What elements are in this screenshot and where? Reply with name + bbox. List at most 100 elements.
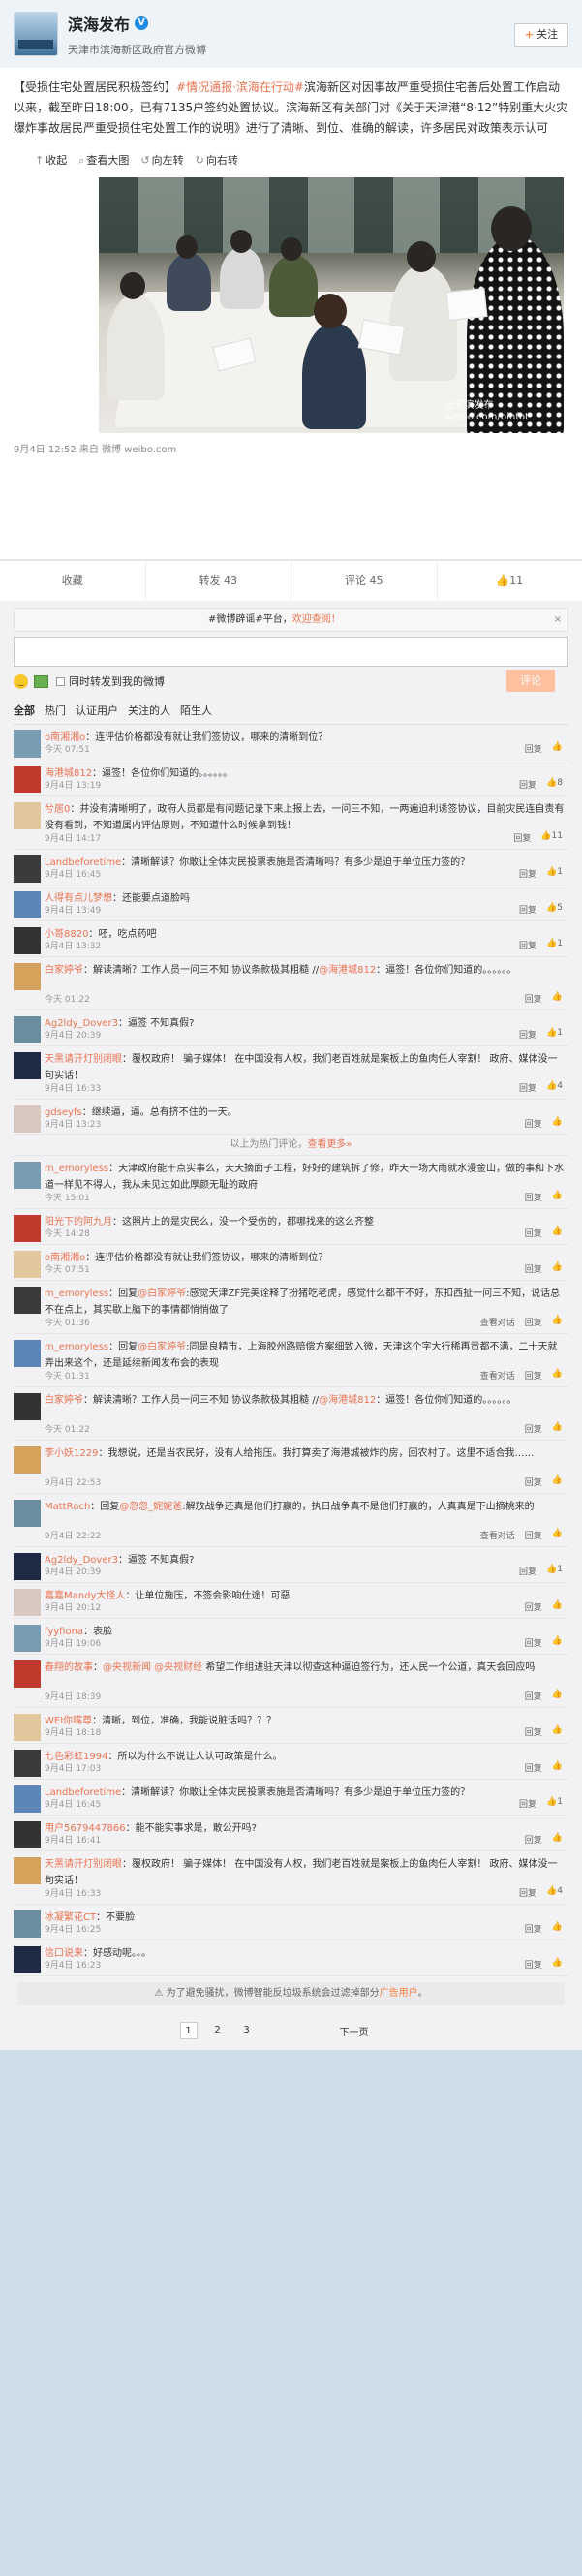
favorite-button[interactable]: 收藏 bbox=[0, 561, 146, 601]
rotate-left-button[interactable]: ↺ 向左转 bbox=[140, 152, 183, 168]
reply-button[interactable]: 回复 bbox=[519, 778, 536, 791]
comment-like-button[interactable]: 👍 bbox=[552, 1529, 563, 1541]
comment-mention[interactable]: @忽忽_妮妮爸 bbox=[119, 1502, 182, 1512]
comment-like-button[interactable]: 👍 bbox=[552, 992, 563, 1005]
avatar[interactable] bbox=[14, 1750, 41, 1777]
avatar[interactable] bbox=[14, 1821, 41, 1848]
avatar[interactable] bbox=[14, 1340, 41, 1367]
comment-like-button[interactable]: 👍 bbox=[552, 1833, 563, 1846]
rotate-right-button[interactable]: ↻ 向右转 bbox=[196, 152, 238, 168]
reply-button[interactable]: 回复 bbox=[525, 1191, 542, 1203]
follow-button[interactable]: + 关注 bbox=[514, 23, 568, 47]
reply-button[interactable]: 回复 bbox=[525, 1117, 542, 1130]
post-topic-link[interactable]: #情况通报·滨海在行动# bbox=[176, 80, 304, 94]
comment-button[interactable]: 评论 45 bbox=[291, 561, 438, 601]
comment-input[interactable] bbox=[14, 637, 568, 667]
comment-like-button[interactable]: 👍11 bbox=[540, 831, 563, 844]
reply-button[interactable]: 回复 bbox=[519, 903, 536, 916]
comment-like-button[interactable]: 👍 bbox=[552, 742, 563, 755]
page-3[interactable]: 3 bbox=[238, 2022, 256, 2039]
comment-mention[interactable]: @海港城812 bbox=[319, 965, 376, 976]
avatar[interactable] bbox=[14, 1446, 41, 1474]
page-1[interactable]: 1 bbox=[179, 2022, 198, 2039]
comment-mention[interactable]: @白家婷爷 bbox=[138, 1288, 186, 1299]
reply-button[interactable]: 回复 bbox=[525, 1262, 542, 1275]
comment-like-button[interactable]: 👍 bbox=[552, 1369, 563, 1381]
avatar[interactable] bbox=[14, 855, 41, 883]
tab-following[interactable]: 关注的人 bbox=[128, 702, 180, 724]
avatar[interactable] bbox=[14, 1105, 41, 1133]
reply-button[interactable]: 回复 bbox=[525, 1475, 542, 1488]
comment-like-button[interactable]: 👍 bbox=[552, 1226, 563, 1239]
avatar[interactable] bbox=[14, 1910, 41, 1938]
avatar[interactable] bbox=[14, 1251, 41, 1278]
comment-user[interactable]: m_emoryless bbox=[45, 1342, 108, 1352]
avatar[interactable] bbox=[14, 1215, 41, 1242]
tab-strangers[interactable]: 陌生人 bbox=[180, 702, 222, 724]
image-icon[interactable] bbox=[34, 674, 48, 688]
reply-button[interactable]: 回复 bbox=[525, 1369, 542, 1381]
reply-button[interactable]: 回复 bbox=[519, 1565, 536, 1577]
tagbar-link[interactable]: 欢迎查阅！ bbox=[292, 614, 341, 625]
comment-like-button[interactable]: 👍 bbox=[552, 1262, 563, 1275]
collapse-button[interactable]: ↑ 收起 bbox=[35, 152, 67, 168]
reply-button[interactable]: 回复 bbox=[519, 1797, 536, 1810]
repost-button[interactable]: 转发 43 bbox=[146, 561, 291, 601]
reply-button[interactable]: 回复 bbox=[525, 1761, 542, 1774]
tab-hot[interactable]: 热门 bbox=[45, 702, 76, 724]
comment-like-button[interactable]: 👍8 bbox=[546, 778, 563, 791]
post-photo[interactable]: @天滨发布 weibo.com/binfbt bbox=[99, 177, 564, 433]
comment-like-button[interactable]: 👍5 bbox=[546, 903, 563, 916]
account-name[interactable]: 滨海发布 V bbox=[68, 12, 206, 35]
comment-user[interactable]: 春翔的故事 bbox=[45, 1662, 93, 1673]
notice-link[interactable]: 广告用户 bbox=[380, 1988, 418, 1999]
view-conversation-button[interactable]: 查看对话 bbox=[480, 1316, 515, 1328]
comment-like-button[interactable]: 👍 bbox=[552, 1191, 563, 1203]
comment-like-button[interactable]: 👍 bbox=[552, 1636, 563, 1649]
avatar[interactable] bbox=[14, 927, 41, 954]
avatar[interactable] bbox=[14, 1287, 41, 1314]
comment-like-button[interactable]: 👍1 bbox=[546, 1028, 563, 1040]
comment-like-button[interactable]: 👍 bbox=[552, 1422, 563, 1435]
like-button[interactable]: 👍11 bbox=[438, 561, 582, 601]
avatar[interactable] bbox=[14, 1553, 41, 1580]
comment-user[interactable]: 天黑请开灯别闭眼 bbox=[45, 1859, 122, 1870]
reply-button[interactable]: 回复 bbox=[525, 992, 542, 1005]
comment-like-button[interactable]: 👍4 bbox=[546, 1886, 563, 1899]
avatar[interactable] bbox=[14, 766, 41, 793]
comment-user[interactable]: 白家婷爷 bbox=[45, 1395, 83, 1406]
avatar[interactable] bbox=[14, 1625, 41, 1652]
avatar[interactable] bbox=[14, 891, 41, 918]
comment-like-button[interactable]: 👍 bbox=[552, 1922, 563, 1935]
view-conversation-button[interactable]: 查看对话 bbox=[480, 1529, 515, 1541]
page-2[interactable]: 2 bbox=[209, 2022, 227, 2039]
close-icon[interactable]: × bbox=[554, 609, 562, 631]
avatar[interactable] bbox=[14, 1052, 41, 1079]
comment-mention[interactable]: @白家婷爷 bbox=[138, 1342, 186, 1352]
tab-all[interactable]: 全部 bbox=[14, 702, 45, 724]
avatar[interactable] bbox=[14, 12, 58, 56]
reply-button[interactable]: 回复 bbox=[525, 1226, 542, 1239]
next-page-button[interactable]: 下一页 bbox=[306, 2024, 403, 2038]
reply-button[interactable]: 回复 bbox=[519, 1081, 536, 1094]
avatar[interactable] bbox=[14, 1714, 41, 1741]
comment-user[interactable]: m_emoryless bbox=[45, 1288, 108, 1299]
account-name-text[interactable]: 滨海发布 bbox=[68, 12, 130, 35]
comment-mention[interactable]: @央视新闻 @央视财经 bbox=[103, 1662, 202, 1673]
avatar[interactable] bbox=[14, 1946, 41, 1973]
comment-like-button[interactable]: 👍 bbox=[552, 1761, 563, 1774]
comment-like-button[interactable]: 👍1 bbox=[546, 867, 563, 880]
comment-like-button[interactable]: 👍 bbox=[552, 1117, 563, 1130]
comment-like-button[interactable]: 👍1 bbox=[546, 939, 563, 951]
reply-button[interactable]: 回复 bbox=[519, 1028, 536, 1040]
reply-button[interactable]: 回复 bbox=[525, 1958, 542, 1971]
comment-mention[interactable]: @海港城812 bbox=[319, 1395, 376, 1406]
avatar[interactable] bbox=[14, 1162, 41, 1189]
reply-button[interactable]: 回复 bbox=[525, 1636, 542, 1649]
comment-like-button[interactable]: 👍 bbox=[552, 1958, 563, 1971]
comment-user[interactable]: m_emoryless bbox=[45, 1164, 108, 1174]
reply-button[interactable]: 回复 bbox=[525, 1833, 542, 1846]
comment-user[interactable]: 天黑请开灯别闭眼 bbox=[45, 1054, 122, 1065]
comment-user[interactable]: MattRach bbox=[45, 1502, 90, 1512]
view-large-button[interactable]: ⌕ 查看大图 bbox=[78, 152, 129, 168]
